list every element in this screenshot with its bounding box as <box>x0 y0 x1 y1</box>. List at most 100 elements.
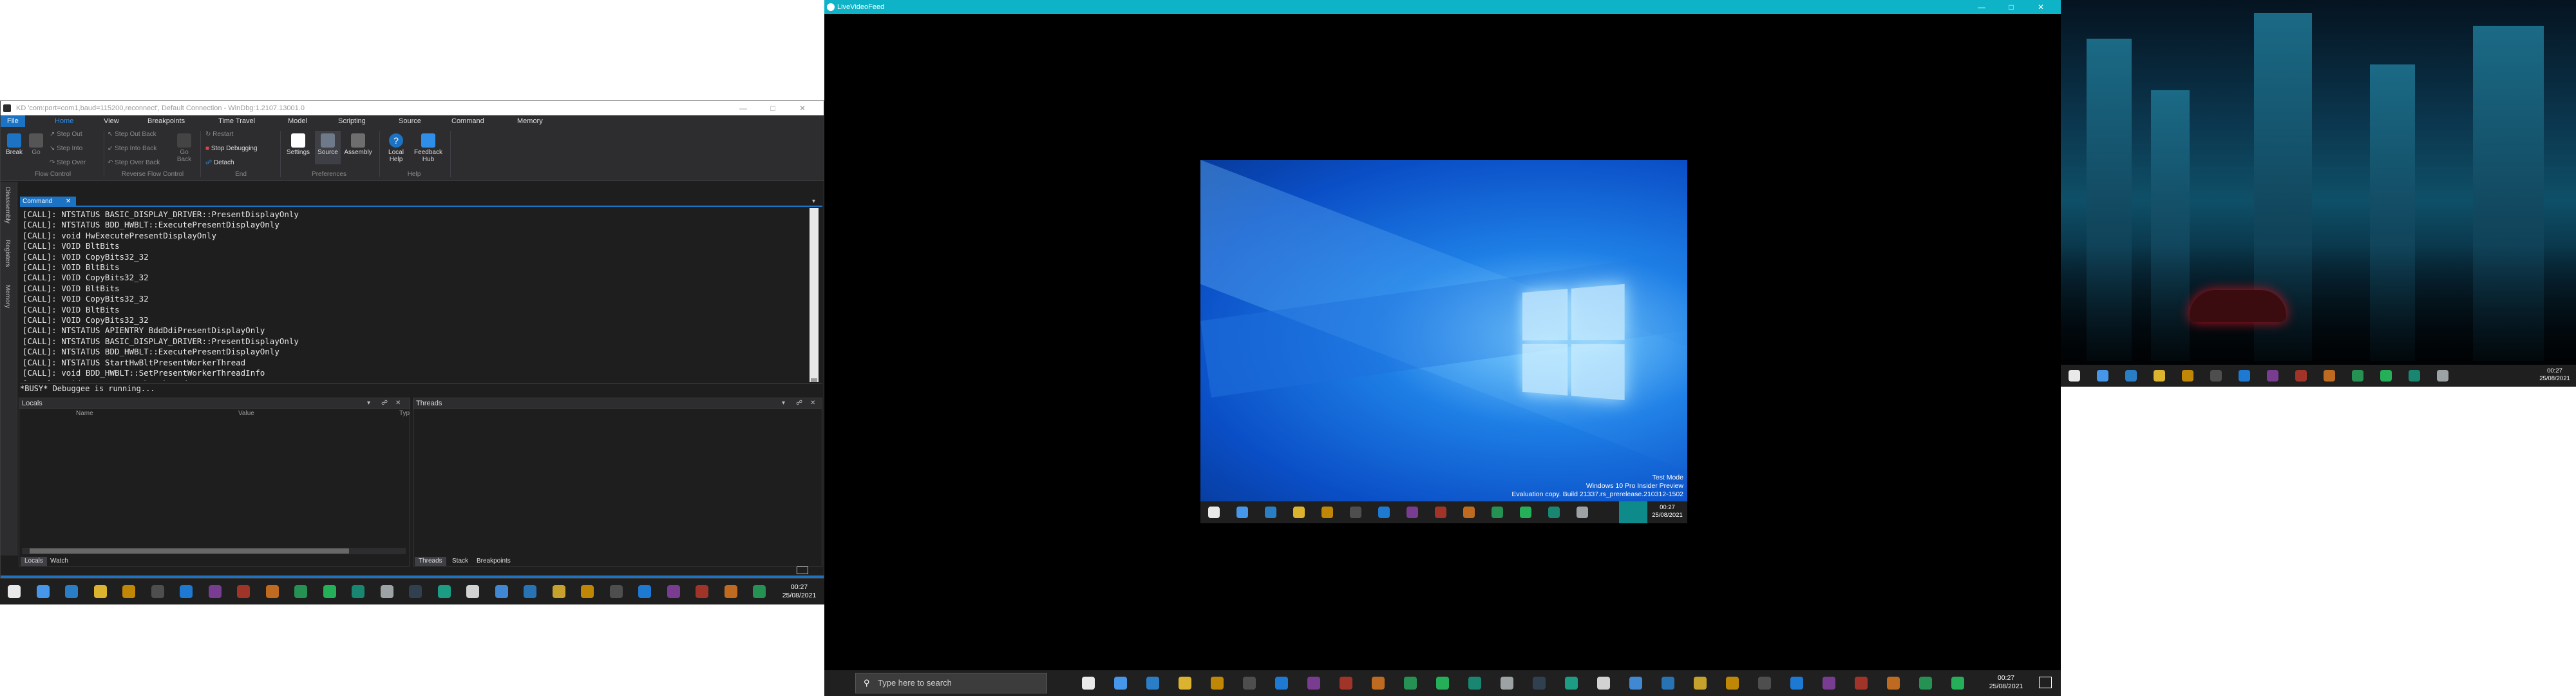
command-scrollbar[interactable] <box>810 208 819 382</box>
windbg-titlebar[interactable]: KD 'com:port=com1,baud=115200,reconnect'… <box>1 101 824 115</box>
start-icon[interactable] <box>696 585 708 598</box>
task-view-icon[interactable] <box>1951 677 1964 690</box>
tab-watch[interactable]: Watch <box>46 557 72 566</box>
task-view-icon[interactable] <box>1179 677 1191 690</box>
app-icon[interactable] <box>1726 677 1739 690</box>
explorer-icon[interactable] <box>1243 677 1256 690</box>
command-input[interactable]: *BUSY* Debuggee is running... <box>20 383 822 393</box>
steam-icon[interactable] <box>495 585 508 598</box>
tab-time-travel[interactable]: Time Travel <box>212 115 261 127</box>
tab-file[interactable]: File <box>1 115 25 127</box>
active-task[interactable] <box>1619 501 1647 523</box>
tab-view[interactable]: View <box>97 115 126 127</box>
app-icon[interactable] <box>1823 677 1835 690</box>
tab-breakpoints-pane[interactable]: Breakpoints <box>473 557 515 566</box>
minimize-button[interactable]: — <box>728 101 758 115</box>
app-icon[interactable] <box>524 585 536 598</box>
search-icon[interactable] <box>1236 507 1248 518</box>
go-back-button[interactable]: Go Back <box>175 133 194 163</box>
vscode-icon[interactable] <box>1340 677 1352 690</box>
app-icon[interactable] <box>380 585 393 598</box>
app-icon[interactable] <box>208 585 222 598</box>
app-icon[interactable] <box>1577 507 1588 518</box>
app-icon[interactable] <box>1436 677 1449 690</box>
cortana-icon[interactable] <box>1146 677 1159 690</box>
cortana-icon[interactable] <box>65 585 78 598</box>
detach-button[interactable]: ☍ Detach <box>205 159 234 166</box>
explorer-icon[interactable] <box>2210 370 2222 382</box>
source-button[interactable]: Source <box>315 131 341 164</box>
tab-breakpoints[interactable]: Breakpoints <box>141 115 191 127</box>
search-icon[interactable] <box>36 585 50 598</box>
app-icon[interactable] <box>2437 370 2448 382</box>
task-view-icon[interactable] <box>2154 370 2165 382</box>
column-type[interactable]: Typ <box>399 410 410 417</box>
pin-icon[interactable]: ▾ <box>812 197 815 207</box>
app-icon[interactable] <box>1533 677 1546 690</box>
app-icon[interactable] <box>1597 677 1610 690</box>
settings-button[interactable]: Settings <box>284 133 312 156</box>
app-icon[interactable] <box>638 585 651 598</box>
cortana-icon[interactable] <box>753 585 766 598</box>
task-view-icon[interactable] <box>1293 507 1305 518</box>
app-icon[interactable] <box>466 585 479 598</box>
start-icon[interactable] <box>1855 677 1868 690</box>
cortana-icon[interactable] <box>1919 677 1932 690</box>
scroll-thumb[interactable] <box>30 548 349 554</box>
cortana-icon[interactable] <box>1265 507 1276 518</box>
explorer-icon[interactable] <box>1350 507 1361 518</box>
app-icon[interactable] <box>1565 677 1578 690</box>
app-icon[interactable] <box>437 585 451 598</box>
side-tab-disassembly[interactable]: Disassembly <box>4 187 11 224</box>
close-icon[interactable]: ✕ <box>395 398 401 409</box>
step-out-button[interactable]: ↗ Step Out <box>50 131 82 138</box>
visual-studio-icon[interactable] <box>2352 370 2363 382</box>
horizontal-scrollbar[interactable] <box>22 548 406 554</box>
start-icon[interactable] <box>1082 677 1095 690</box>
tab-threads[interactable]: Threads <box>415 557 446 566</box>
task-view-icon[interactable] <box>93 585 107 598</box>
app-icon[interactable] <box>2267 370 2278 382</box>
start-icon[interactable] <box>1208 507 1220 518</box>
app-icon[interactable] <box>1501 677 1513 690</box>
search-box[interactable]: ⚲ Type here to search <box>855 673 1047 693</box>
break-button[interactable]: Break <box>5 133 24 156</box>
edge-icon[interactable] <box>2182 370 2193 382</box>
vm-window-titlebar[interactable]: LiveVideoFeed — □ ✕ <box>824 0 2061 14</box>
feedback-hub-button[interactable]: Feedback Hub <box>412 133 445 163</box>
steam-icon[interactable] <box>1629 677 1642 690</box>
visual-studio-icon[interactable] <box>294 585 307 598</box>
dropdown-icon[interactable]: ▾ <box>782 398 785 409</box>
whatsapp-icon[interactable] <box>552 585 565 598</box>
vm-screen[interactable]: Test Mode Windows 10 Pro Insider Preview… <box>1200 160 1687 523</box>
pin-icon[interactable]: ☍ <box>381 398 388 409</box>
step-out-back-button[interactable]: ↖ Step Out Back <box>108 131 156 138</box>
app-icon[interactable] <box>1758 677 1771 690</box>
step-over-button[interactable]: ↷ Step Over <box>50 159 86 166</box>
visual-studio-icon[interactable] <box>1404 677 1417 690</box>
vm-clock[interactable]: 00:27 25/08/2021 <box>1649 504 1686 519</box>
store-icon[interactable] <box>180 585 193 598</box>
app-icon[interactable] <box>667 585 680 598</box>
search-icon[interactable] <box>1114 677 1127 690</box>
assembly-button[interactable]: Assembly <box>343 133 373 156</box>
tab-model[interactable]: Model <box>281 115 314 127</box>
close-tab-icon[interactable]: ✕ <box>66 198 71 205</box>
close-button[interactable]: ✕ <box>2026 0 2056 14</box>
step-into-back-button[interactable]: ↙ Step Into Back <box>108 145 156 152</box>
app-icon[interactable] <box>1463 507 1475 518</box>
stop-debugging-button[interactable]: ■ Stop Debugging <box>205 145 258 152</box>
minimize-button[interactable]: — <box>1967 0 1996 14</box>
scroll-thumb[interactable] <box>811 378 817 382</box>
column-name[interactable]: Name <box>76 410 93 417</box>
step-into-button[interactable]: ↘ Step Into <box>50 145 82 152</box>
step-over-back-button[interactable]: ↶ Step Over Back <box>108 159 160 166</box>
app-icon[interactable] <box>609 585 623 598</box>
app-icon[interactable] <box>2324 370 2335 382</box>
search-icon[interactable] <box>2097 370 2108 382</box>
app-icon[interactable] <box>1372 677 1385 690</box>
edge-icon[interactable] <box>1321 507 1333 518</box>
start-icon[interactable] <box>2069 370 2080 382</box>
terminal-icon[interactable] <box>352 585 365 598</box>
taskbar-clock[interactable]: 00:27 25/08/2021 <box>1984 674 2029 691</box>
